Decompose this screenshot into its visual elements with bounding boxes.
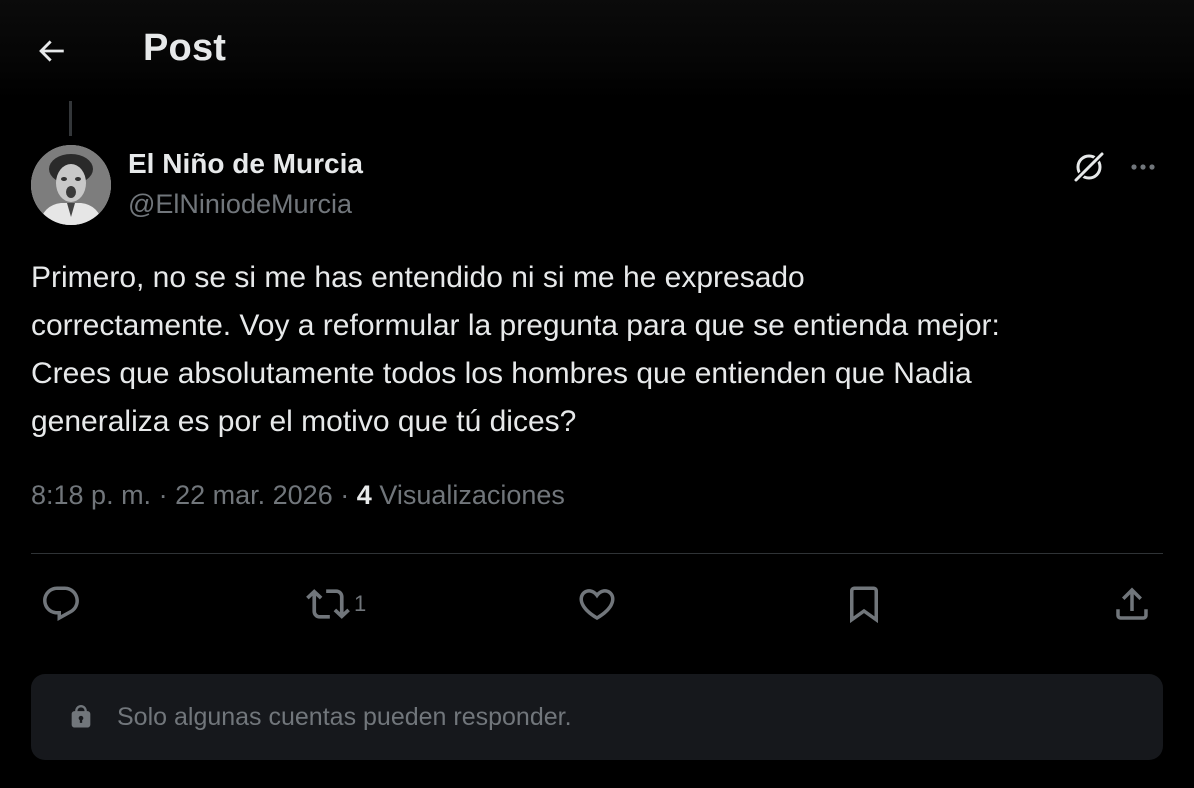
page-title: Post — [143, 27, 227, 69]
back-button[interactable] — [28, 28, 74, 74]
grok-button[interactable] — [1068, 146, 1110, 188]
lock-icon — [71, 705, 91, 728]
reply-bubble-icon — [43, 586, 79, 621]
more-dots-icon — [1131, 164, 1155, 170]
grok-icon — [1072, 151, 1105, 184]
views-count: 4 — [356, 480, 372, 510]
reply-restriction-banner: Solo algunas cuentas pueden responder. — [31, 674, 1163, 760]
post-text: Primero, no se si me has entendido ni si… — [31, 261, 1000, 438]
reply-restriction-text: Solo algunas cuentas pueden responder. — [117, 703, 572, 731]
divider — [31, 553, 1163, 554]
post-date[interactable]: 22 mar. 2026 — [175, 480, 333, 510]
repost-count: 1 — [354, 591, 367, 616]
thread-connector-line — [69, 101, 72, 136]
views-label: Visualizaciones — [379, 480, 565, 510]
heart-icon — [579, 589, 615, 621]
author-name[interactable]: El Niño de Murcia — [128, 148, 363, 180]
bookmark-icon — [850, 586, 878, 624]
post-meta: 8:18 p. m. · 22 mar. 2026 · 4 Visualizac… — [31, 480, 565, 511]
bookmark-button[interactable] — [843, 581, 885, 627]
repost-icon — [306, 589, 350, 619]
share-button[interactable] — [1111, 581, 1153, 627]
meta-separator: · — [158, 480, 168, 510]
header-bar: Post — [0, 0, 1194, 100]
avatar-photo — [31, 145, 111, 225]
repost-button[interactable]: 1 — [306, 581, 366, 627]
arrow-left-icon — [39, 40, 64, 62]
author-handle[interactable]: @ElNiniodeMurcia — [128, 189, 352, 220]
avatar[interactable] — [31, 145, 111, 225]
like-button[interactable] — [576, 581, 618, 627]
post-time[interactable]: 8:18 p. m. — [31, 480, 151, 510]
share-icon — [1116, 587, 1148, 620]
meta-separator: · — [340, 480, 350, 510]
reply-button[interactable] — [40, 581, 82, 627]
more-options-button[interactable] — [1122, 146, 1164, 188]
